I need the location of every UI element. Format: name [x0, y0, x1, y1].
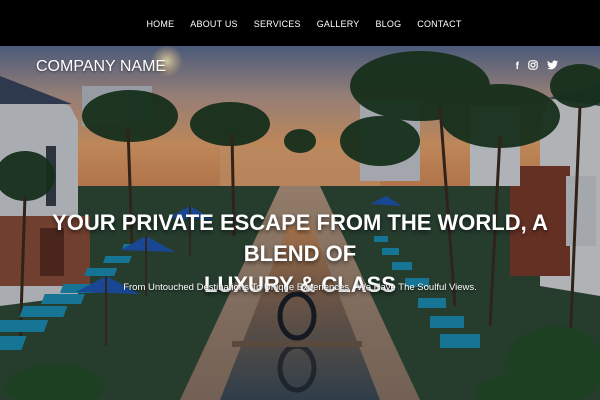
top-navigation-bar: HOME ABOUT US SERVICES GALLERY BLOG CONT… [0, 0, 600, 46]
nav-link-contact[interactable]: CONTACT [417, 19, 461, 29]
nav-menu: HOME ABOUT US SERVICES GALLERY BLOG CONT… [138, 14, 469, 32]
nav-item-gallery: GALLERY [317, 14, 360, 32]
twitter-bird-glyph [547, 60, 558, 70]
nav-item-home: HOME [146, 14, 174, 32]
nav-item-services: SERVICES [254, 14, 301, 32]
nav-link-services[interactable]: SERVICES [254, 19, 301, 29]
nav-item-contact: CONTACT [417, 14, 461, 32]
nav-link-blog[interactable]: BLOG [375, 19, 401, 29]
twitter-icon[interactable] [547, 60, 558, 73]
nav-link-about-us[interactable]: ABOUT US [190, 19, 237, 29]
hero-section: COMPANY NAME f YOUR PRIVATE ESCAPE FROM … [0, 46, 600, 400]
hero-headline-line-1: YOUR PRIVATE ESCAPE FROM THE WORLD, A BL… [52, 210, 548, 266]
social-links: f [516, 60, 558, 73]
nav-item-about: ABOUT US [190, 14, 237, 32]
hero-subheadline: From Untouched Destinations To Unique Ex… [123, 282, 477, 293]
facebook-icon[interactable]: f [516, 61, 519, 72]
nav-link-home[interactable]: HOME [146, 19, 174, 29]
nav-link-gallery[interactable]: GALLERY [317, 19, 360, 29]
instagram-icon[interactable] [528, 60, 538, 73]
instagram-glyph [528, 60, 538, 70]
company-logo-text[interactable]: COMPANY NAME [36, 58, 166, 76]
nav-item-blog: BLOG [375, 14, 401, 32]
